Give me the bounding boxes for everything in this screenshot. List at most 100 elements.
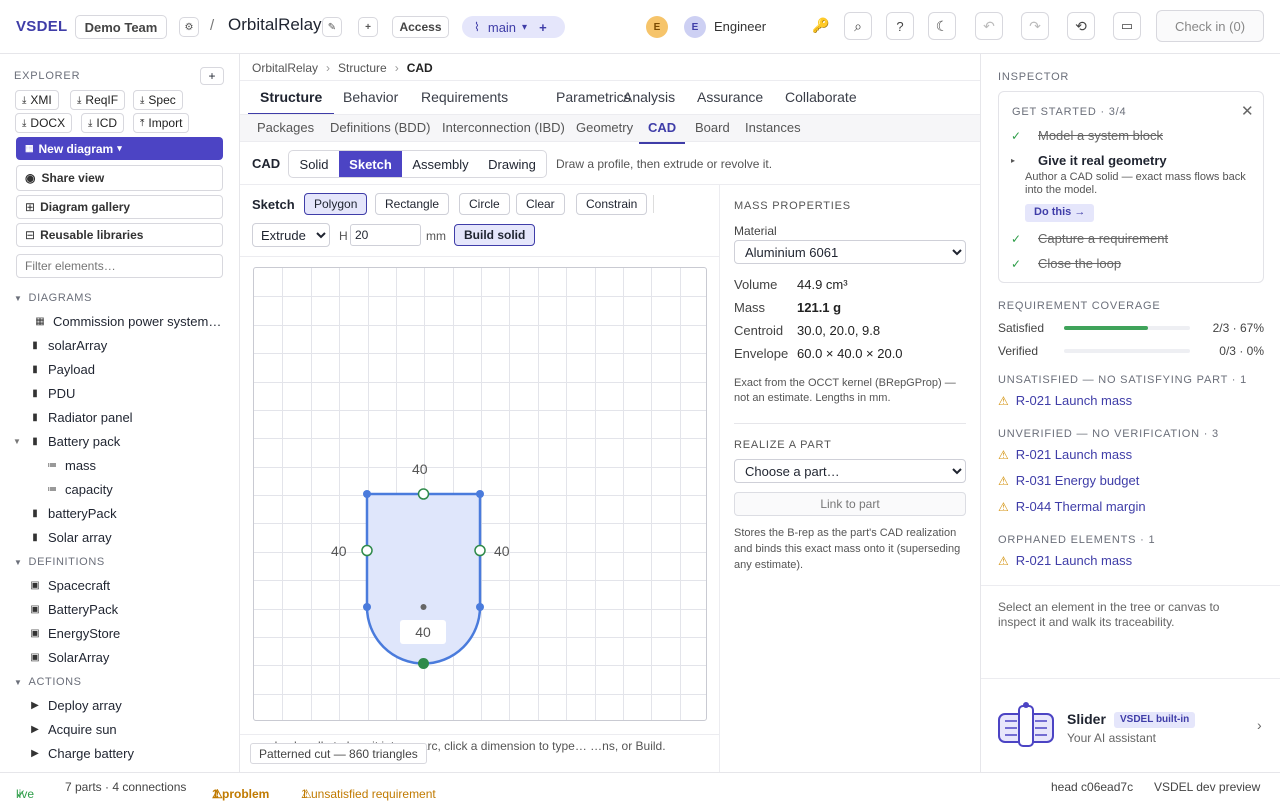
tab-analysis[interactable]: Analysis (623, 89, 675, 113)
onboarding-step[interactable]: ✓ Model a system block (1011, 128, 1163, 143)
tree-item-expanded[interactable]: ▼ ▮ Battery pack (0, 429, 239, 453)
tree-item[interactable]: ≔ mass (0, 453, 239, 477)
subtab-cad[interactable]: CAD (639, 120, 686, 144)
constrain-button[interactable]: Constrain (576, 193, 648, 215)
export-docx-button[interactable]: ⤓ DOCX (15, 113, 73, 133)
requirement-link[interactable]: ⚠ R-021 Launch mass (998, 447, 1132, 462)
add-plus-icon[interactable]: + (358, 17, 378, 37)
tree-item[interactable]: ▮ batteryPack (0, 501, 239, 525)
filter-elements-input[interactable] (16, 254, 223, 278)
requirement-link[interactable]: ⚠ R-031 Energy budget (998, 473, 1139, 488)
team-settings-gear-icon[interactable]: ⚙ (179, 17, 199, 37)
undo-button[interactable]: ↶ (975, 12, 1003, 40)
sketch-canvas[interactable]: 40 40 40 40 (253, 267, 707, 721)
dimension-top[interactable]: 40 (412, 461, 428, 477)
vertex-handle[interactable] (363, 603, 371, 611)
tab-parametrics[interactable]: Parametrics (556, 89, 631, 113)
vertex-handle[interactable] (476, 603, 484, 611)
tree-item[interactable]: ▮ solarArray (0, 333, 239, 357)
onboarding-step[interactable]: ✓ Close the loop (1011, 256, 1121, 271)
avatar[interactable]: E (646, 16, 668, 38)
mode-sketch[interactable]: Sketch (339, 151, 402, 177)
edge-midpoint-handle[interactable] (417, 488, 430, 500)
tree-item[interactable]: ▮ PDU (0, 381, 239, 405)
rename-pencil-icon[interactable]: ✎ (322, 17, 342, 37)
export-spec-button[interactable]: ⤓ Spec (133, 90, 183, 110)
help-button[interactable]: ? (886, 12, 914, 40)
subtab-geometry[interactable]: Geometry (576, 120, 633, 135)
dimension-left[interactable]: 40 (331, 543, 347, 559)
definitions-section-header[interactable]: ▼ DEFINITIONS (14, 556, 105, 568)
tree-item[interactable]: ▦ Commission power system… (0, 309, 239, 333)
share-view-button[interactable]: ◉ Share view (16, 165, 223, 191)
tab-behavior[interactable]: Behavior (343, 89, 398, 113)
tree-item[interactable]: ▣ SolarArray (0, 645, 239, 669)
actions-section-header[interactable]: ▼ ACTIONS (14, 676, 82, 688)
tree-item[interactable]: ▶ Charge battery (0, 741, 239, 765)
subtab-board[interactable]: Board (695, 120, 730, 135)
theme-toggle-button[interactable]: ☾ (928, 12, 956, 40)
sketch-svg[interactable] (254, 268, 707, 721)
export-xmi-button[interactable]: ⤓ XMI (15, 90, 59, 110)
access-button[interactable]: Access (392, 16, 449, 38)
tree-item[interactable]: ▮ Payload (0, 357, 239, 381)
redo-button[interactable]: ↷ (1021, 12, 1049, 40)
tree-item[interactable]: ▮ Solar array (0, 525, 239, 549)
material-select[interactable]: Aluminium 6061 (734, 240, 966, 264)
branch-selector[interactable]: ⌇ main ▾ + (462, 16, 565, 38)
mode-drawing[interactable]: Drawing (479, 151, 545, 177)
new-branch-plus-icon[interactable]: + (539, 20, 547, 35)
tree-item[interactable]: ▣ BatteryPack (0, 597, 239, 621)
circle-tool-button[interactable]: Circle (459, 193, 510, 215)
mode-solid[interactable]: Solid (290, 151, 338, 177)
onboarding-step[interactable]: ✓ Capture a requirement (1011, 231, 1168, 246)
do-this-button[interactable]: Do this → (1025, 204, 1095, 222)
clear-button[interactable]: Clear (516, 193, 565, 215)
dimension-bottom[interactable]: 40 (400, 620, 446, 644)
tree-item[interactable]: ▶ Acquire sun (0, 717, 239, 741)
arc-handle[interactable] (418, 658, 429, 669)
tree-item[interactable]: ▮ Radiator panel (0, 405, 239, 429)
export-reqif-button[interactable]: ⤓ ReqIF (70, 90, 126, 110)
rectangle-tool-button[interactable]: Rectangle (375, 193, 450, 215)
add-element-button[interactable]: + (200, 67, 224, 85)
close-icon[interactable]: ✕ (1241, 102, 1254, 120)
user-avatar[interactable]: E (684, 16, 706, 38)
docs-button[interactable]: ▭ (1113, 12, 1141, 40)
subtab-packages[interactable]: Packages (257, 120, 314, 135)
subtab-ibd[interactable]: Interconnection (IBD) (442, 120, 565, 135)
polygon-tool-button[interactable]: Polygon (304, 193, 368, 215)
key-icon[interactable]: 🔑 (812, 17, 829, 34)
tab-requirements[interactable]: Requirements (421, 89, 508, 113)
tab-collaborate[interactable]: Collaborate (785, 89, 857, 113)
export-icd-button[interactable]: ⤓ ICD (81, 113, 125, 133)
new-diagram-button[interactable]: ▦ New diagram ▾ (16, 137, 223, 160)
brand-logo[interactable]: VSDEL (16, 18, 68, 35)
team-button[interactable]: Demo Team (75, 15, 167, 39)
requirement-link[interactable]: ⚠ R-044 Thermal margin (998, 499, 1146, 514)
breadcrumb-item[interactable]: Structure (338, 61, 387, 75)
tree-item[interactable]: ▣ EnergyStore (0, 621, 239, 645)
choose-part-select[interactable]: Choose a part… (734, 459, 966, 483)
vertex-handle[interactable] (476, 490, 484, 498)
build-solid-button[interactable]: Build solid (454, 224, 536, 246)
onboarding-step-current[interactable]: ▸ Give it real geometry (1011, 153, 1167, 168)
requirement-link[interactable]: ⚠ R-021 Launch mass (998, 393, 1132, 408)
tree-item[interactable]: ≔ capacity (0, 477, 239, 501)
edge-midpoint-handle[interactable] (474, 544, 486, 557)
tree-item[interactable]: ▣ Spacecraft (0, 573, 239, 597)
orphaned-element-link[interactable]: ⚠ R-021 Launch mass (998, 553, 1132, 568)
project-title[interactable]: OrbitalRelay (228, 15, 322, 35)
history-button[interactable]: ⟲ (1067, 12, 1095, 40)
check-in-button[interactable]: Check in (0) (1156, 10, 1264, 42)
subtab-bdd[interactable]: Definitions (BDD) (330, 120, 430, 135)
subtab-instances[interactable]: Instances (745, 120, 801, 135)
tab-assurance[interactable]: Assurance (697, 89, 763, 113)
diagram-gallery-button[interactable]: ⊞ Diagram gallery (16, 195, 223, 219)
search-button[interactable]: ⌕ (844, 12, 872, 40)
breadcrumb-item[interactable]: OrbitalRelay (252, 61, 318, 75)
vertex-handle[interactable] (363, 490, 371, 498)
tree-item[interactable]: ▶ Deploy array (0, 693, 239, 717)
link-to-part-button[interactable]: Link to part (734, 492, 966, 516)
operation-select[interactable]: Extrude (252, 223, 330, 247)
